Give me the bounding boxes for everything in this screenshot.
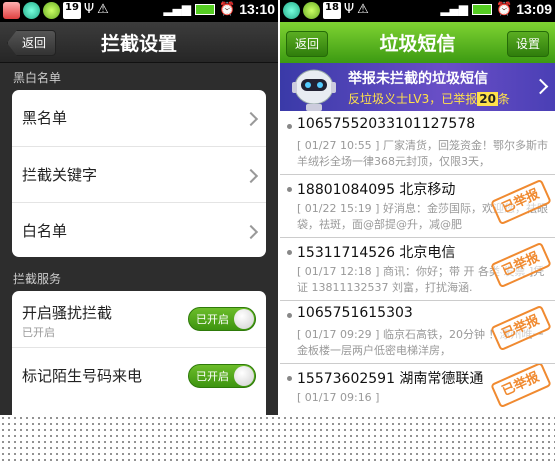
alarm-icon: ⏰	[219, 1, 236, 17]
message-sender: 15311714526 北京电信	[297, 245, 456, 261]
banner-subtitle: 反垃圾义士LV3，已举报 20 条	[348, 90, 510, 107]
toggle-knob	[234, 309, 254, 329]
section-header-services: 拦截服务	[13, 272, 62, 286]
whitelist-row[interactable]: 白名单	[12, 203, 266, 257]
message-sender: 1065751615303	[297, 305, 413, 321]
app-icon	[23, 2, 40, 19]
row-label: 开启骚扰拦截	[22, 304, 113, 322]
title-bar: 返回 垃圾短信 设置	[280, 22, 555, 63]
section-header-lists: 黑白名单	[13, 71, 62, 85]
chevron-right-icon	[243, 224, 259, 240]
toggle-label: 已开启	[196, 313, 229, 326]
usb-icon: Ψ	[343, 2, 355, 17]
list-settings-card: 黑名单 拦截关键字 白名单	[12, 90, 266, 257]
signal-icon: ▂▄▆	[440, 2, 468, 16]
battery-icon	[472, 3, 492, 15]
chevron-right-icon	[532, 78, 549, 95]
blacklist-row[interactable]: 黑名单	[12, 90, 266, 147]
row-sublabel: 已开启	[22, 326, 55, 339]
mark-stranger-toggle[interactable]: 已开启	[188, 364, 256, 388]
banner-title: 举报未拦截的垃圾短信	[348, 71, 488, 87]
title-bar: 返回 拦截设置	[0, 22, 278, 63]
message-item[interactable]: 15311714526 北京电信 [ 01/17 12:18 ] 商讯：你好；带…	[280, 238, 555, 301]
battery-icon	[195, 3, 215, 15]
unread-dot-icon	[287, 124, 292, 129]
unread-dot-icon	[287, 250, 292, 255]
row-label: 白名单	[22, 222, 68, 240]
mark-stranger-row[interactable]: 标记陌生号码来电 已开启	[12, 348, 266, 404]
harass-block-row[interactable]: 开启骚扰拦截 已开启 已开启	[12, 291, 266, 348]
notification-count-badge: 19	[63, 2, 81, 19]
app-icon	[283, 2, 300, 19]
message-sender: 15573602591 湖南常德联通	[297, 371, 484, 387]
banner-level: 反垃圾义士LV3，已举报	[348, 92, 478, 106]
report-count-badge: 20	[477, 92, 498, 106]
chevron-right-icon	[243, 168, 259, 184]
spam-sms-screen: 18 Ψ ⚠ ▂▄▆ ⏰ 13:09 返回 垃圾短信 设置 举报未拦截的垃圾短信…	[280, 0, 555, 415]
toggle-knob	[234, 366, 254, 386]
warning-icon: ⚠	[97, 2, 109, 17]
report-spam-banner[interactable]: 举报未拦截的垃圾短信 反垃圾义士LV3，已举报 20 条	[280, 63, 555, 111]
message-preview: [ 01/27 10:55 ] 厂家清货，回笼资金！鄂尔多斯市羊绒衫全场一律36…	[297, 139, 548, 168]
service-settings-card: 开启骚扰拦截 已开启 已开启 标记陌生号码来电 已开启	[12, 291, 266, 415]
message-sender: 18801084095 北京移动	[297, 182, 456, 198]
usb-icon: Ψ	[83, 2, 95, 17]
transparent-background	[0, 415, 555, 463]
status-bar: 18 Ψ ⚠ ▂▄▆ ⏰ 13:09	[280, 0, 555, 22]
unread-dot-icon	[287, 376, 292, 381]
page-title: 拦截设置	[100, 33, 177, 55]
app-icon	[303, 2, 320, 19]
status-bar: 19 Ψ ⚠ ▂▄▆ ⏰ 13:10	[0, 0, 278, 22]
warning-icon: ⚠	[357, 2, 369, 17]
intercept-settings-screen: 19 Ψ ⚠ ▂▄▆ ⏰ 13:10 返回 拦截设置 黑白名单 黑名单 拦截关键…	[0, 0, 278, 415]
chevron-right-icon	[243, 111, 259, 127]
unread-dot-icon	[287, 313, 292, 318]
app-icon	[43, 2, 60, 19]
notification-count-badge: 18	[323, 2, 341, 19]
row-label: 标记陌生号码来电	[22, 367, 143, 385]
row-label: 拦截关键字	[22, 166, 98, 184]
alarm-icon: ⏰	[496, 1, 513, 17]
unread-dot-icon	[287, 187, 292, 192]
message-sender: 10657552033101127578	[297, 116, 476, 132]
banner-unit: 条	[497, 92, 510, 106]
app-icon	[3, 2, 20, 19]
status-time: 13:09	[516, 1, 552, 17]
status-time: 13:10	[239, 1, 275, 17]
signal-icon: ▂▄▆	[163, 2, 191, 16]
message-item[interactable]: 10657552033101127578 [ 01/27 10:55 ] 厂家清…	[280, 112, 555, 175]
settings-button[interactable]: 设置	[506, 31, 549, 57]
message-item[interactable]: 15573602591 湖南常德联通 [ 01/17 09:16 ] 已举报	[280, 364, 555, 415]
keyword-row[interactable]: 拦截关键字	[12, 147, 266, 203]
message-item[interactable]: 1065751615303 [ 01/17 09:29 ] 临京石高铁，20分钟…	[280, 301, 555, 364]
harass-block-toggle[interactable]: 已开启	[188, 307, 256, 331]
toggle-label: 已开启	[196, 370, 229, 383]
row-label: 黑名单	[22, 109, 68, 127]
message-item[interactable]: 18801084095 北京移动 [ 01/22 15:19 ] 好消息：金莎国…	[280, 175, 555, 238]
robot-mascot-icon	[292, 69, 336, 111]
